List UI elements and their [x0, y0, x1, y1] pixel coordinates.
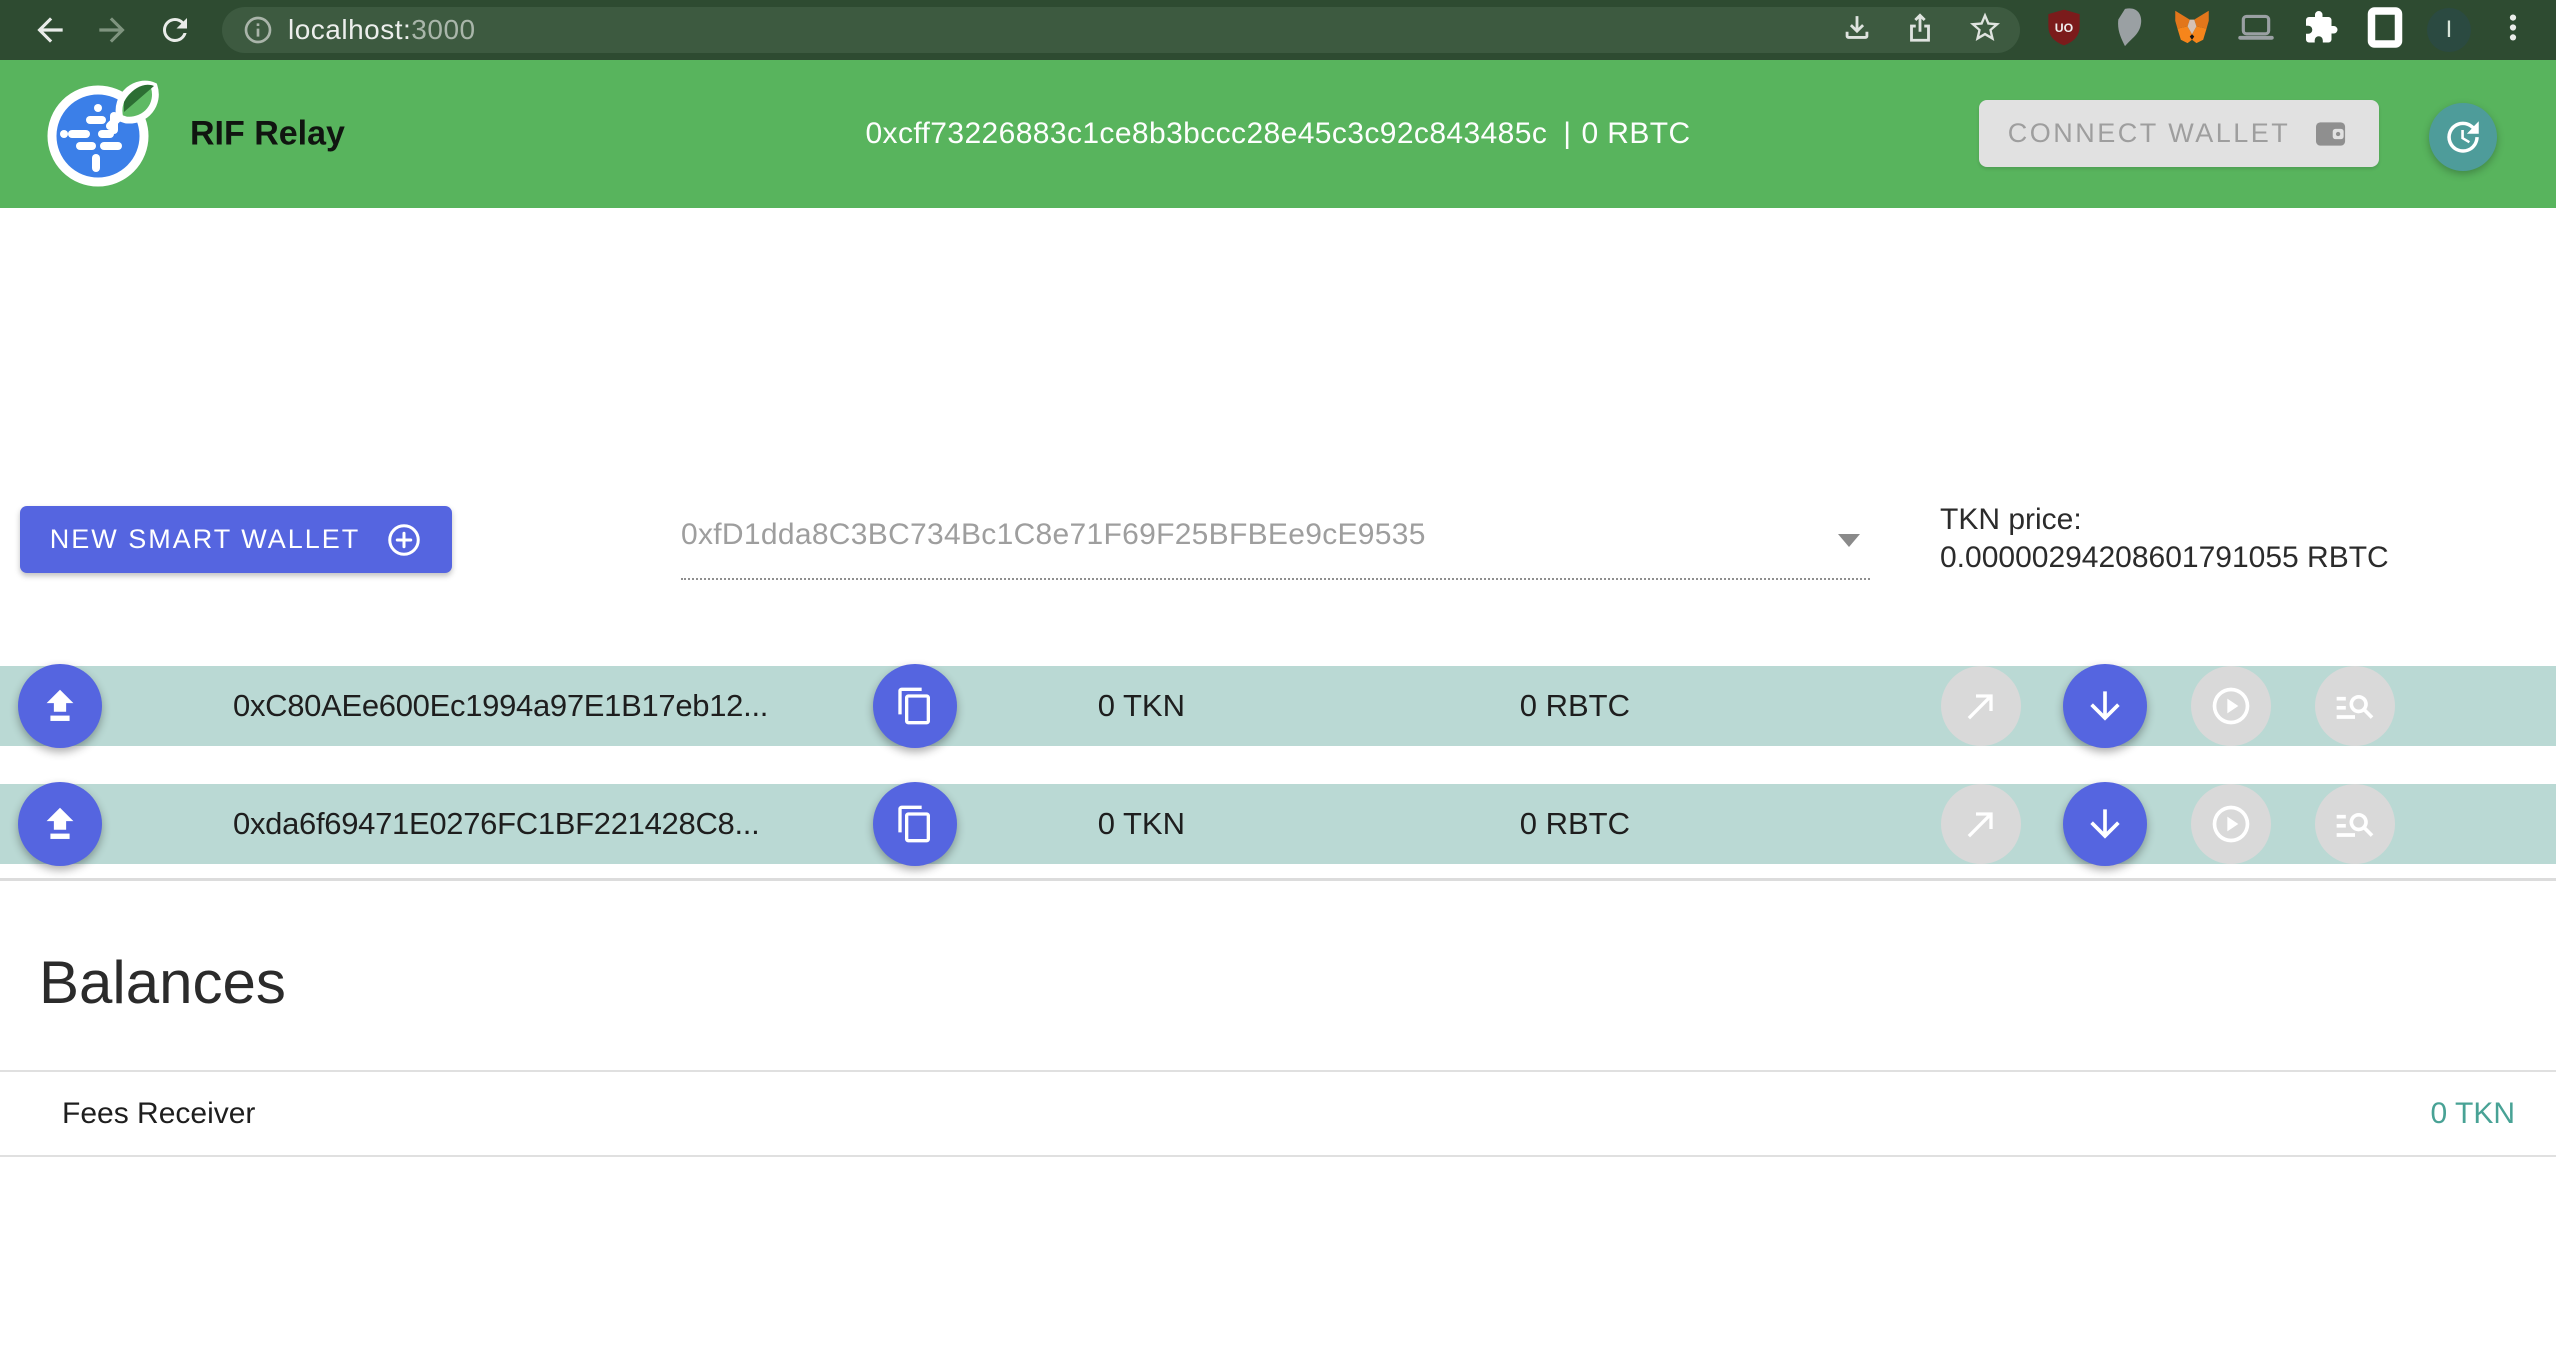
play-circle-icon — [2209, 802, 2253, 846]
connect-wallet-label: CONNECT WALLET — [2008, 118, 2291, 149]
arrow-down-icon — [2083, 802, 2127, 846]
copy-address-button[interactable] — [873, 664, 957, 748]
receive-button[interactable] — [2063, 782, 2147, 866]
copy-icon — [895, 804, 935, 844]
forward-icon[interactable] — [93, 11, 131, 49]
connected-account: 0xcff73226883c1ce8b3bccc28e45c3c92c84348… — [865, 117, 1690, 151]
execute-button[interactable] — [2191, 666, 2271, 746]
search-transactions-button[interactable] — [2315, 666, 2395, 746]
deploy-upload-button[interactable] — [18, 782, 102, 866]
extensions-puzzle-icon[interactable] — [2303, 10, 2339, 51]
play-circle-icon — [2209, 684, 2253, 728]
tkn-price: TKN price: 0.00000294208601791055 RBTC — [1940, 501, 2389, 577]
tkn-balance: 0 TKN — [1098, 806, 1185, 842]
tkn-price-value: 0.00000294208601791055 RBTC — [1940, 539, 2389, 577]
url-text[interactable]: localhost:3000 — [288, 14, 476, 46]
account-address: 0xcff73226883c1ce8b3bccc28e45c3c92c84348… — [865, 117, 1547, 150]
list-search-icon — [2333, 802, 2377, 846]
connect-wallet-button[interactable]: CONNECT WALLET — [1979, 100, 2379, 167]
smart-wallet-address: 0xC80AEe600Ec1994a97E1B17eb12... — [233, 688, 768, 724]
rbtc-balance: 0 RBTC — [1520, 688, 1630, 724]
smart-wallet-row: 0xC80AEe600Ec1994a97E1B17eb12... 0 TKN 0… — [0, 666, 2556, 746]
laptop-extension-icon[interactable] — [2237, 9, 2275, 52]
separator: | — [1563, 117, 1571, 150]
surfshark-extension-icon[interactable] — [2114, 8, 2144, 53]
reload-icon[interactable] — [157, 12, 193, 48]
new-smart-wallet-label: NEW SMART WALLET — [50, 524, 361, 555]
upload-icon — [37, 683, 83, 729]
arrow-up-right-icon — [1961, 686, 2001, 726]
arrow-down-icon — [2083, 684, 2127, 728]
smart-wallet-address: 0xda6f69471E0276FC1BF221428C8... — [233, 806, 759, 842]
search-transactions-button[interactable] — [2315, 784, 2395, 864]
balances-title: Balances — [39, 948, 286, 1017]
chevron-down-icon — [1838, 534, 1860, 547]
metamask-fox-icon[interactable] — [2173, 10, 2211, 51]
app-header: RIF Relay 0xcff73226883c1ce8b3bccc28e45c… — [0, 60, 2556, 208]
wallet-icon — [2314, 118, 2350, 150]
address-bar[interactable]: localhost:3000 — [222, 7, 2020, 53]
tkn-price-label: TKN price: — [1940, 501, 2389, 539]
svg-text:UO: UO — [2055, 21, 2074, 35]
main-content: NEW SMART WALLET 0xfD1dda8C3BC734Bc1C8e7… — [0, 208, 2556, 1350]
plus-circle-icon — [386, 522, 422, 558]
refresh-button[interactable] — [2429, 103, 2497, 171]
smart-wallet-select[interactable]: 0xfD1dda8C3BC734Bc1C8e71F69F25BFBEe9cE95… — [681, 504, 1870, 580]
copy-icon — [895, 686, 935, 726]
transfer-button[interactable] — [1941, 784, 2021, 864]
transfer-button[interactable] — [1941, 666, 2021, 746]
upload-icon — [37, 801, 83, 847]
share-icon[interactable] — [1903, 11, 1937, 50]
list-search-icon — [2333, 684, 2377, 728]
side-panel-icon[interactable] — [2367, 7, 2403, 54]
fees-receiver-label: Fees Receiver — [62, 1097, 255, 1131]
bookmark-star-icon[interactable] — [1967, 10, 2003, 51]
app-title: RIF Relay — [190, 115, 345, 154]
browser-toolbar: localhost:3000 UO I — [0, 0, 2556, 60]
rbtc-balance: 0 RBTC — [1520, 806, 1630, 842]
install-app-icon[interactable] — [1840, 11, 1874, 50]
copy-address-button[interactable] — [873, 782, 957, 866]
smart-wallet-row: 0xda6f69471E0276FC1BF221428C8... 0 TKN 0… — [0, 784, 2556, 864]
rif-relay-logo-icon — [44, 76, 160, 197]
new-smart-wallet-button[interactable]: NEW SMART WALLET — [20, 506, 452, 573]
execute-button[interactable] — [2191, 784, 2271, 864]
arrow-up-right-icon — [1961, 804, 2001, 844]
site-info-icon[interactable] — [242, 14, 274, 46]
tkn-balance: 0 TKN — [1098, 688, 1185, 724]
ublock-extension-icon[interactable]: UO — [2047, 9, 2081, 52]
update-icon — [2442, 116, 2484, 158]
divider — [0, 878, 2556, 881]
back-icon[interactable] — [31, 11, 69, 49]
browser-menu-icon[interactable] — [2496, 11, 2530, 50]
avatar-initial: I — [2446, 16, 2453, 44]
profile-avatar[interactable]: I — [2427, 8, 2471, 52]
fees-receiver-row: Fees Receiver 0 TKN — [0, 1070, 2556, 1157]
account-balance: 0 RBTC — [1581, 117, 1690, 150]
fees-receiver-value: 0 TKN — [2431, 1097, 2515, 1131]
receive-button[interactable] — [2063, 664, 2147, 748]
deploy-upload-button[interactable] — [18, 664, 102, 748]
selected-address: 0xfD1dda8C3BC734Bc1C8e71F69F25BFBEe9cE95… — [681, 518, 1426, 552]
